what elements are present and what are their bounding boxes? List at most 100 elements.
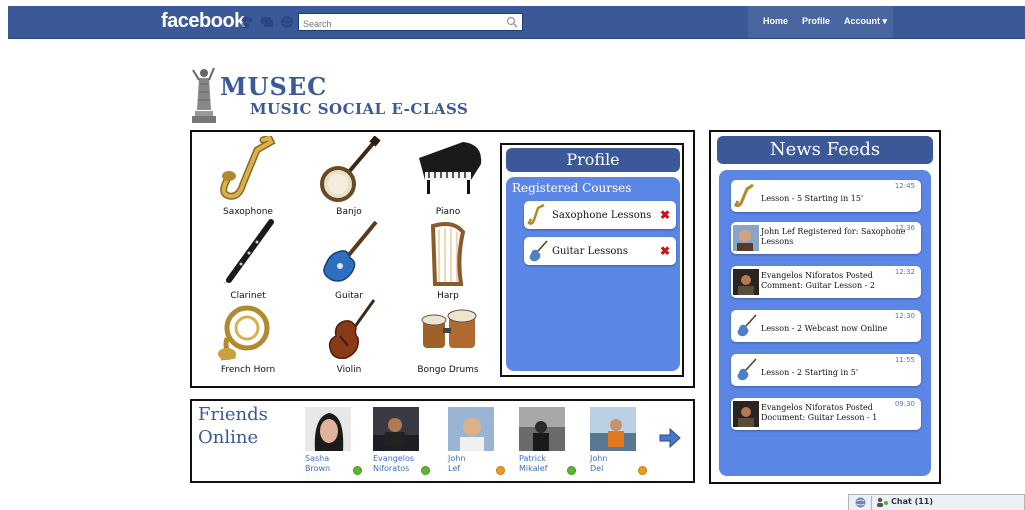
next-arrow-icon[interactable] <box>658 426 682 450</box>
avatar <box>733 269 759 295</box>
online-status-icon <box>353 466 362 475</box>
news-time: 12:45 <box>894 182 915 190</box>
search-input[interactable] <box>299 16 502 32</box>
remove-course-icon[interactable]: ✖ <box>660 244 670 258</box>
news-feeds-panel: News Feeds Lesson - 5 Starting in 15' 12… <box>709 130 941 484</box>
instrument-saxophone[interactable]: Saxophone <box>198 136 298 217</box>
news-time: 12:36 <box>894 224 915 232</box>
friends-title-line2: Online <box>198 427 259 448</box>
violin-icon <box>328 299 376 360</box>
app-subtitle: MUSIC SOCIAL E-CLASS <box>250 100 469 118</box>
statue-icon <box>192 67 216 123</box>
app-title: MUSEC <box>220 72 328 101</box>
news-text: Evangelos Niforatos Posted Document: Gui… <box>761 403 878 422</box>
instrument-guitar[interactable]: Guitar <box>299 218 399 301</box>
clarinet-icon <box>223 219 274 284</box>
instrument-clarinet[interactable]: Clarinet <box>198 218 298 301</box>
course-label: Saxophone Lessons <box>552 209 652 221</box>
instrument-piano[interactable]: Piano <box>398 136 498 217</box>
friend-john-del[interactable]: John Del <box>590 407 650 479</box>
chat-online-icon <box>877 497 888 507</box>
friend-first-name: Evangelos <box>373 454 415 463</box>
news-item[interactable]: Evangelos Niforatos Posted Comment: Guit… <box>731 266 921 298</box>
search-icon[interactable] <box>506 16 518 28</box>
french-horn-icon <box>218 305 270 361</box>
remove-course-icon[interactable]: ✖ <box>660 208 670 222</box>
course-label: Guitar Lessons <box>552 245 628 257</box>
saxophone-icon <box>527 203 545 225</box>
friend-first-name: Sasha <box>305 454 330 463</box>
avatar <box>733 401 759 427</box>
course-saxophone-lessons[interactable]: Saxophone Lessons ✖ <box>524 201 676 229</box>
bongo-drums-icon <box>421 309 477 348</box>
friends-title-line1: Friends <box>198 404 268 425</box>
guitar-icon <box>737 358 757 381</box>
friends-online-title: Friends Online <box>198 403 268 449</box>
notification-icons <box>240 15 294 29</box>
notifications-globe-icon[interactable] <box>280 15 294 29</box>
news-text: John Lef Registered for: Saxophone Lesso… <box>761 227 906 246</box>
avatar <box>733 225 759 251</box>
news-item[interactable]: John Lef Registered for: Saxophone Lesso… <box>731 222 921 254</box>
guitar-icon <box>737 314 757 337</box>
instrument-label: French Horn <box>220 365 276 375</box>
saxophone-icon <box>220 136 276 200</box>
facebook-top-bar: facebook Home Profile Account ▾ <box>8 6 1025 39</box>
instrument-label: Saxophone <box>223 207 273 217</box>
instrument-label: Violin <box>336 365 362 375</box>
news-time: 12:30 <box>894 312 915 320</box>
profile-body: Registered Courses Saxophone Lessons ✖ G… <box>506 177 680 371</box>
avatar <box>590 407 636 451</box>
friends-online-panel: Friends Online Sasha Brown Evangelos Nifor… <box>190 399 695 483</box>
instrument-harp[interactable]: Harp <box>398 218 498 301</box>
course-guitar-lessons[interactable]: Guitar Lessons ✖ <box>524 237 676 265</box>
globe-icon[interactable] <box>855 497 866 508</box>
top-nav: Home Profile Account ▾ <box>763 16 901 27</box>
friend-evangelos-niforatos[interactable]: Evangelos Niforatos <box>373 407 433 479</box>
news-text: Evangelos Niforatos Posted Comment: Guit… <box>761 271 876 290</box>
instrument-violin[interactable]: Violin <box>299 298 399 378</box>
instrument-label: Bongo Drums <box>417 365 479 375</box>
profile-title: Profile <box>506 148 680 172</box>
instrument-french-horn[interactable]: French Horn <box>198 298 298 378</box>
instrument-label: Piano <box>435 207 461 217</box>
messages-icon[interactable] <box>260 15 274 29</box>
friend-sasha-brown[interactable]: Sasha Brown <box>305 407 365 479</box>
nav-home[interactable]: Home <box>763 16 788 27</box>
guitar-icon <box>323 220 378 282</box>
registered-courses-title: Registered Courses <box>512 181 632 195</box>
online-status-icon <box>421 466 430 475</box>
instrument-banjo[interactable]: Banjo <box>299 136 399 217</box>
news-item[interactable]: Lesson - 5 Starting in 15' 12:45 <box>731 180 921 212</box>
avatar <box>373 407 419 451</box>
search-box <box>298 13 523 32</box>
news-text: Lesson - 2 Webcast now Online <box>761 324 888 333</box>
news-item[interactable]: Lesson - 2 Webcast now Online 12:30 <box>731 310 921 342</box>
harp-icon <box>430 222 466 286</box>
chat-label[interactable]: Chat (11) <box>891 497 933 506</box>
chat-bar[interactable]: Chat (11) <box>848 494 1025 510</box>
saxophone-icon <box>733 183 754 207</box>
friend-first-name: Patrick <box>519 454 547 463</box>
friend-patrick-mikalef[interactable]: Patrick Mikalef <box>519 407 579 479</box>
avatar <box>448 407 494 451</box>
friend-requests-icon[interactable] <box>240 15 254 29</box>
banjo-icon <box>320 136 381 202</box>
news-item[interactable]: Evangelos Niforatos Posted Document: Gui… <box>731 398 921 430</box>
facebook-logo[interactable]: facebook <box>161 10 245 33</box>
news-text: Lesson - 5 Starting in 15' <box>761 194 864 203</box>
nav-profile[interactable]: Profile <box>802 16 830 27</box>
news-time: 11:55 <box>894 356 915 364</box>
news-feed-list: Lesson - 5 Starting in 15' 12:45 John Le… <box>719 170 931 476</box>
app-logo: MUSEC MUSIC SOCIAL E-CLASS <box>190 62 490 127</box>
nav-account[interactable]: Account ▾ <box>844 16 887 27</box>
instrument-label: Banjo <box>336 207 362 217</box>
news-feeds-title: News Feeds <box>717 136 933 164</box>
online-status-icon <box>567 466 576 475</box>
news-item[interactable]: Lesson - 2 Starting in 5' 11:55 <box>731 354 921 386</box>
friend-john-lef[interactable]: John Lef <box>448 407 508 479</box>
away-status-icon <box>638 466 647 475</box>
piano-icon <box>418 142 481 194</box>
instrument-bongo-drums[interactable]: Bongo Drums <box>398 298 498 378</box>
away-status-icon <box>496 466 505 475</box>
